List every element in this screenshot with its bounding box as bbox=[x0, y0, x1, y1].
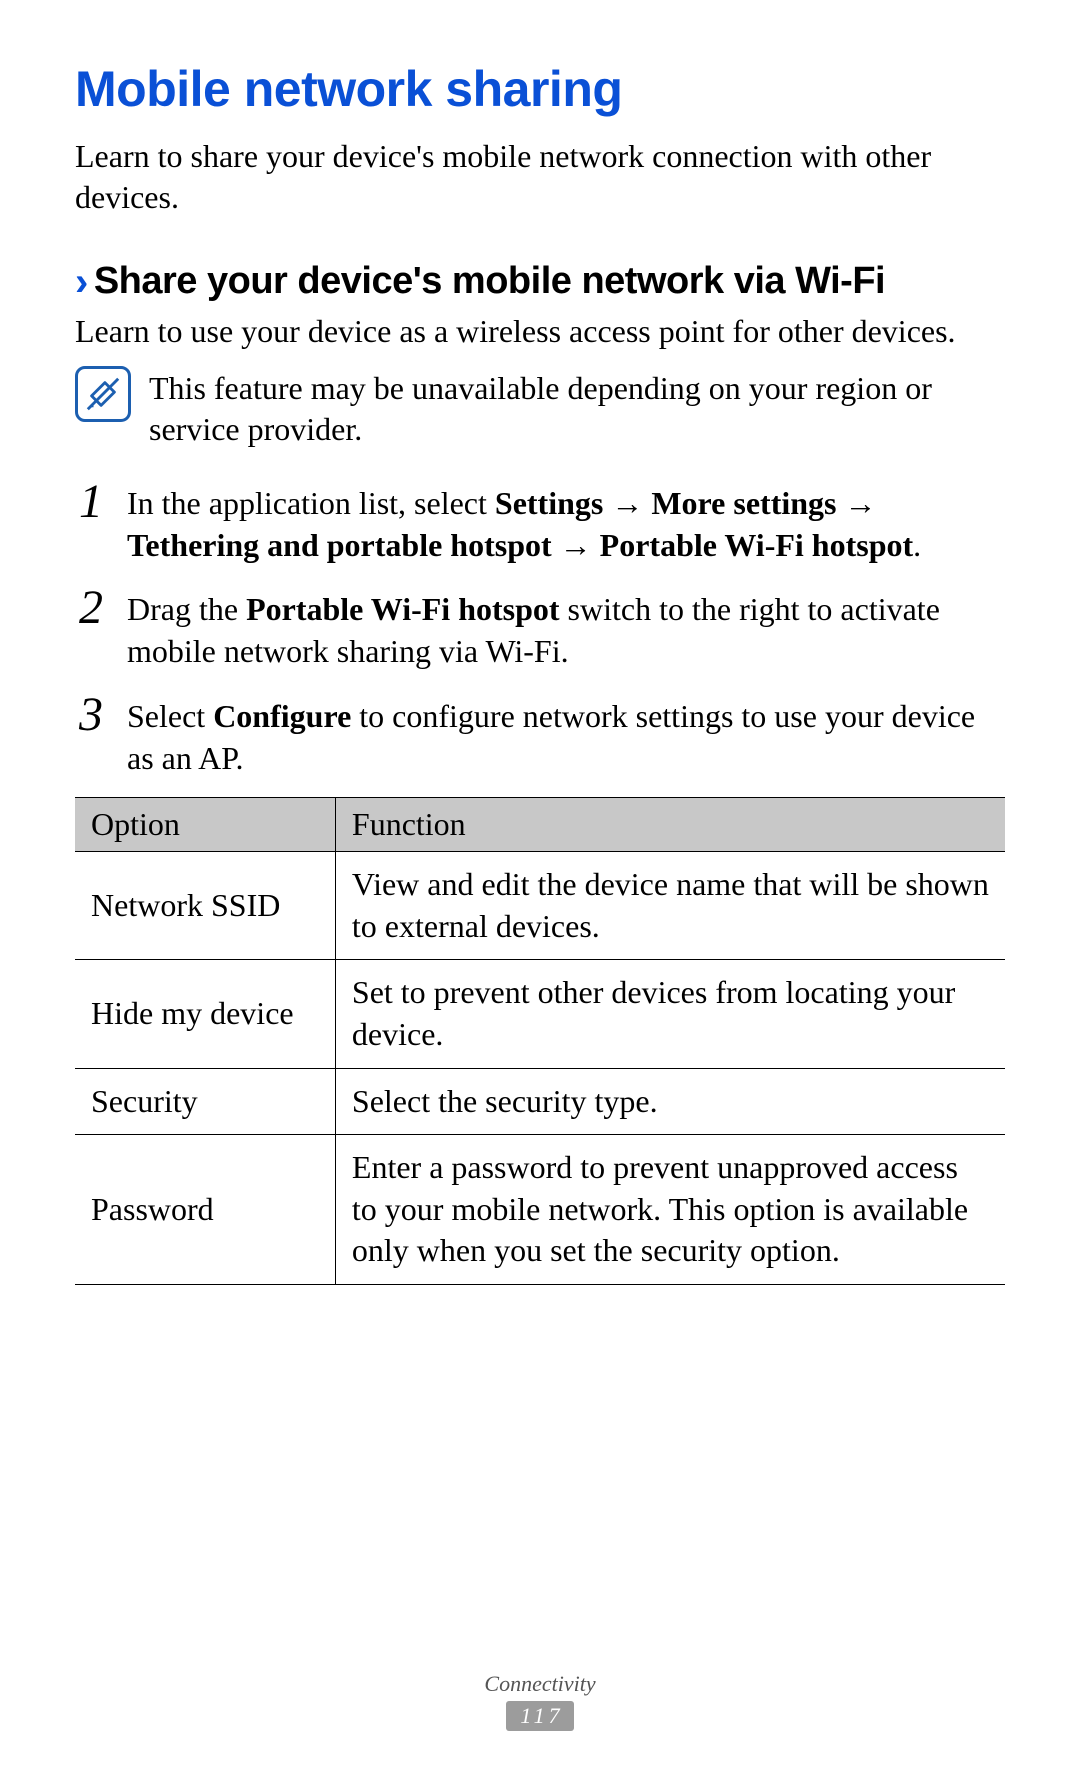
cell-option: Password bbox=[75, 1135, 335, 1285]
note-text: This feature may be unavailable dependin… bbox=[149, 366, 1005, 450]
table-row: Security Select the security type. bbox=[75, 1068, 1005, 1135]
step-3: 3 Select Configure to configure network … bbox=[75, 691, 1005, 779]
step-number: 1 bbox=[75, 478, 107, 526]
section-intro: Learn to use your device as a wireless a… bbox=[75, 311, 1005, 352]
note-callout: This feature may be unavailable dependin… bbox=[75, 366, 1005, 450]
cell-option: Network SSID bbox=[75, 852, 335, 960]
options-table: Option Function Network SSID View and ed… bbox=[75, 797, 1005, 1285]
table-row: Password Enter a password to prevent una… bbox=[75, 1135, 1005, 1285]
step-text-bold: Portable Wi-Fi hotspot bbox=[246, 591, 559, 627]
header-option: Option bbox=[75, 798, 335, 852]
page-footer: Connectivity 117 bbox=[0, 1671, 1080, 1731]
step-text-bold: Configure bbox=[213, 698, 351, 734]
step-2: 2 Drag the Portable Wi-Fi hotspot switch… bbox=[75, 584, 1005, 672]
step-number: 2 bbox=[75, 584, 107, 632]
cell-function: View and edit the device name that will … bbox=[335, 852, 1005, 960]
table-row: Hide my device Set to prevent other devi… bbox=[75, 960, 1005, 1068]
step-body: Drag the Portable Wi-Fi hotspot switch t… bbox=[127, 584, 1005, 672]
intro-paragraph: Learn to share your device's mobile netw… bbox=[75, 136, 1005, 218]
header-function: Function bbox=[335, 798, 1005, 852]
step-text-pre: Drag the bbox=[127, 591, 246, 627]
step-text-pre: In the application list, select bbox=[127, 485, 495, 521]
cell-function: Set to prevent other devices from locati… bbox=[335, 960, 1005, 1068]
step-number: 3 bbox=[75, 691, 107, 739]
page-title: Mobile network sharing bbox=[75, 60, 1005, 118]
cell-option: Hide my device bbox=[75, 960, 335, 1068]
table-row: Network SSID View and edit the device na… bbox=[75, 852, 1005, 960]
table-header-row: Option Function bbox=[75, 798, 1005, 852]
cell-function: Enter a password to prevent unapproved a… bbox=[335, 1135, 1005, 1285]
step-text-post: . bbox=[913, 527, 921, 563]
step-1: 1 In the application list, select Settin… bbox=[75, 478, 1005, 566]
cell-function: Select the security type. bbox=[335, 1068, 1005, 1135]
document-page: Mobile network sharing Learn to share yo… bbox=[0, 0, 1080, 1771]
footer-section-label: Connectivity bbox=[0, 1671, 1080, 1697]
step-text-pre: Select bbox=[127, 698, 213, 734]
section-heading: ›Share your device's mobile network via … bbox=[75, 260, 1005, 305]
section-heading-text: Share your device's mobile network via W… bbox=[94, 260, 885, 302]
page-number: 117 bbox=[506, 1701, 573, 1731]
step-body: In the application list, select Settings… bbox=[127, 478, 1005, 566]
step-body: Select Configure to configure network se… bbox=[127, 691, 1005, 779]
note-icon bbox=[75, 366, 131, 422]
cell-option: Security bbox=[75, 1068, 335, 1135]
chevron-right-icon: › bbox=[75, 260, 88, 304]
